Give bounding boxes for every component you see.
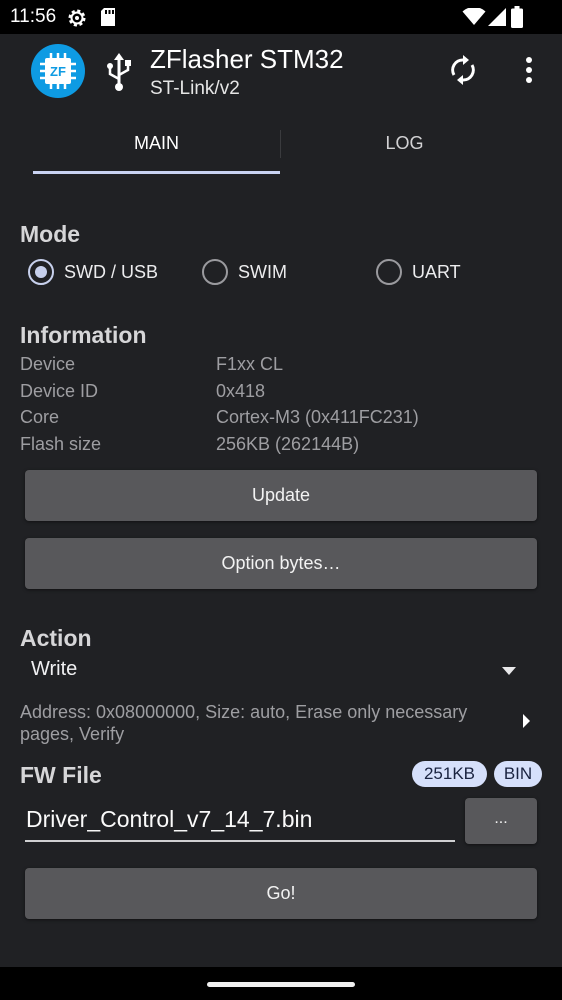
- tab-main[interactable]: MAIN: [33, 118, 280, 170]
- info-key: Core: [20, 407, 60, 427]
- cellular-signal-icon: [488, 8, 506, 26]
- home-handle[interactable]: [207, 982, 355, 987]
- tab-indicator: [33, 171, 280, 174]
- action-selected-value: Write: [31, 658, 78, 680]
- file-size-badge: 251KB: [412, 761, 487, 787]
- app-title: ZFlasher STM32: [150, 44, 344, 74]
- wifi-icon: [462, 8, 486, 25]
- info-value: Cortex-M3 (0x411FC231): [216, 407, 419, 427]
- radio-button[interactable]: [202, 259, 228, 285]
- navigation-bar: [0, 967, 562, 1000]
- chevron-right-icon[interactable]: [521, 713, 531, 729]
- info-key: Flash size: [20, 434, 102, 454]
- file-type-badge: BIN: [494, 761, 542, 787]
- settings-gear-icon: [68, 9, 86, 27]
- radio-button-checked[interactable]: [28, 259, 54, 285]
- radio-label: SWIM: [238, 261, 287, 282]
- file-name-input[interactable]: Driver_Control_v7_14_7.bin: [25, 800, 455, 842]
- tab-bar: MAIN LOG: [0, 118, 562, 176]
- more-options-icon[interactable]: [519, 56, 539, 84]
- info-row-flash-size: Flash size 256KB (262144B): [20, 434, 540, 460]
- dropdown-arrow-icon: [502, 667, 516, 675]
- radio-swd-usb[interactable]: SWD / USB: [28, 256, 158, 288]
- radio-label: UART: [412, 261, 461, 282]
- radio-uart[interactable]: UART: [376, 256, 461, 288]
- option-bytes-button[interactable]: Option bytes…: [25, 538, 537, 589]
- battery-icon: [511, 6, 523, 28]
- fw-file-heading: FW File: [20, 762, 102, 788]
- usb-icon: [107, 53, 131, 91]
- radio-swim[interactable]: SWIM: [202, 256, 287, 288]
- tab-log[interactable]: LOG: [281, 118, 528, 170]
- info-value: F1xx CL: [216, 354, 284, 374]
- info-value: 0x418: [216, 381, 266, 401]
- action-dropdown[interactable]: Write: [20, 654, 530, 690]
- info-row-device: Device F1xx CL: [20, 354, 540, 380]
- browse-file-button[interactable]: ...: [465, 798, 537, 844]
- info-row-device-id: Device ID 0x418: [20, 381, 540, 407]
- info-value: 256KB (262144B): [216, 434, 360, 454]
- sd-card-icon: [101, 8, 115, 26]
- app-subtitle: ST-Link/v2: [150, 78, 240, 99]
- file-name-value: Driver_Control_v7_14_7.bin: [26, 806, 313, 832]
- svg-text:ZF: ZF: [50, 64, 66, 79]
- app-logo: ZF: [31, 44, 85, 98]
- chip-logo-icon: ZF: [40, 53, 76, 89]
- info-key: Device: [20, 354, 76, 374]
- action-description[interactable]: Address: 0x08000000, Size: auto, Erase o…: [20, 701, 500, 745]
- status-bar: 11:56: [0, 0, 562, 34]
- information-heading: Information: [20, 322, 147, 348]
- go-button[interactable]: Go!: [25, 868, 537, 919]
- action-heading: Action: [20, 625, 92, 651]
- radio-button[interactable]: [376, 259, 402, 285]
- status-time: 11:56: [10, 6, 57, 27]
- mode-heading: Mode: [20, 221, 81, 247]
- update-button[interactable]: Update: [25, 470, 537, 521]
- app-bar: ZF ZFlasher STM32 ST-Link/v2: [0, 34, 562, 116]
- info-key: Device ID: [20, 381, 99, 401]
- refresh-icon[interactable]: [447, 54, 479, 86]
- radio-label: SWD / USB: [64, 261, 159, 282]
- info-row-core: Core Cortex-M3 (0x411FC231): [20, 407, 540, 433]
